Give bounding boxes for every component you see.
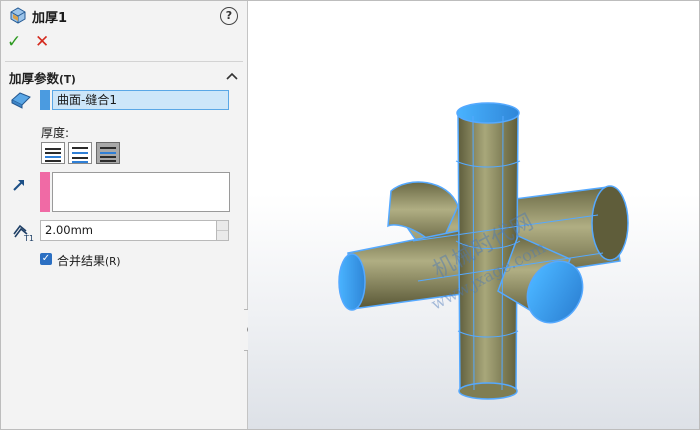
surface-selection-box[interactable]: 曲面-缝合1 bbox=[52, 90, 229, 110]
divider bbox=[5, 61, 243, 62]
section-title[interactable]: 加厚参数(T) bbox=[9, 68, 76, 87]
panel-title: 加厚1 bbox=[32, 11, 68, 26]
thickness-t1-icon: T1 bbox=[13, 224, 34, 242]
merge-result-label[interactable]: 合并结果(R) bbox=[57, 252, 121, 269]
cancel-button[interactable]: ✕ bbox=[35, 32, 49, 52]
direction-arrow-icon bbox=[13, 180, 24, 191]
thicken-feature-icon bbox=[10, 7, 26, 24]
section-title-label: 加厚参数 bbox=[9, 71, 60, 86]
selection-color-tab bbox=[40, 90, 50, 110]
thickness-label: 厚度: bbox=[41, 126, 70, 140]
pipe-cross-model[interactable] bbox=[248, 1, 699, 429]
svg-text:T1: T1 bbox=[23, 234, 34, 242]
ok-button[interactable]: ✓ bbox=[7, 32, 21, 52]
chevron-up-icon[interactable] bbox=[226, 72, 238, 80]
thicken-both-sides-button[interactable] bbox=[68, 142, 92, 164]
merge-result-checkbox[interactable]: ✓ bbox=[40, 253, 52, 265]
thicken-side2-button[interactable] bbox=[96, 142, 120, 164]
section-shortcut: (T) bbox=[59, 74, 76, 86]
property-manager-panel: 加厚1 ? ✓ ✕ 加厚参数(T) 曲面-缝合1 厚度: T1 2.00mm ✓ bbox=[1, 1, 248, 429]
thickness-input[interactable]: 2.00mm bbox=[40, 220, 216, 241]
direction-selection-box[interactable] bbox=[52, 172, 230, 212]
surface-select-icon bbox=[11, 92, 31, 109]
thickness-spinner[interactable] bbox=[216, 220, 229, 241]
help-icon[interactable]: ? bbox=[220, 7, 238, 25]
thicken-side1-button[interactable] bbox=[41, 142, 65, 164]
graphics-viewport[interactable]: 机械时代网 www.jxage.com bbox=[248, 1, 699, 429]
direction-color-tab bbox=[40, 172, 50, 212]
